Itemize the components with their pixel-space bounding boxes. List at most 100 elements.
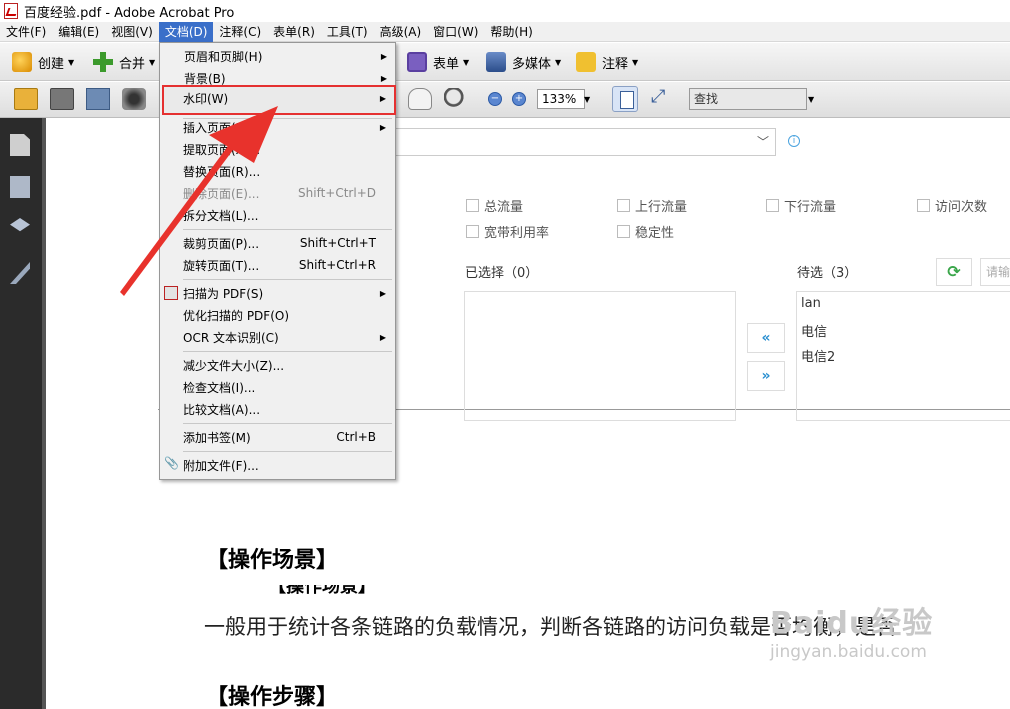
title-bar: 百度经验.pdf - Adobe Acrobat Pro	[0, 0, 1010, 22]
chevron-right-icon: ▶	[379, 122, 386, 132]
pdf-file-icon	[4, 3, 18, 19]
zoom-out-icon[interactable]: −	[488, 92, 502, 106]
menu-item-compare-documents[interactable]: 比较文档(A)...	[159, 398, 394, 420]
create-button[interactable]: 创建 ▼	[12, 49, 74, 75]
watermark-url: jingyan.baidu.com	[770, 642, 927, 662]
selected-list	[464, 291, 736, 421]
create-icon	[12, 52, 32, 72]
forms-label: 表单	[433, 56, 460, 72]
menu-window[interactable]: 窗口(W)	[427, 22, 484, 42]
open-folder-icon[interactable]	[14, 88, 38, 110]
refresh-icon: ⟳	[936, 258, 972, 286]
menu-forms[interactable]: 表单(R)	[267, 22, 321, 42]
menu-separator	[183, 279, 392, 280]
paperclip-icon	[164, 456, 179, 472]
menu-advanced[interactable]: 高级(A)	[374, 22, 428, 42]
menu-separator	[183, 351, 392, 352]
print-icon[interactable]	[50, 88, 74, 110]
menu-item-reduce-size[interactable]: 减少文件大小(Z)...	[159, 354, 394, 376]
menu-comments[interactable]: 注释(C)	[213, 22, 267, 42]
bookmarks-icon[interactable]	[10, 176, 30, 198]
menu-item-optimize-scanned[interactable]: 优化扫描的 PDF(O)	[159, 304, 394, 326]
chevron-down-icon: ﹀	[756, 135, 769, 149]
move-left-button: «	[747, 323, 785, 353]
multimedia-label: 多媒体	[512, 56, 552, 72]
list-item: 电信2	[801, 350, 836, 365]
checkbox-upstream: 上行流量	[617, 196, 687, 215]
menu-item-insert-pages[interactable]: 插入页面(I) ▶	[159, 116, 394, 138]
menu-item-attach-file[interactable]: 附加文件(F)...	[159, 454, 394, 476]
watermark-logo-text: Baidu经验	[770, 606, 934, 641]
menu-edit[interactable]: 编辑(E)	[52, 22, 105, 42]
forms-button[interactable]: 表单 ▼	[407, 49, 469, 75]
heading-scenario: 【操作场景】	[206, 548, 339, 573]
checkbox-bandwidth-usage: 宽带利用率	[466, 222, 549, 241]
menu-file[interactable]: 文件(F)	[0, 22, 52, 42]
menu-tools[interactable]: 工具(T)	[321, 22, 374, 42]
comment-button[interactable]: 注释 ▼	[576, 49, 638, 75]
task-toolbar: 创建 ▼ 合并 ▼ 表单 ▼ 多媒体 ▼ 注释 ▼	[0, 43, 1010, 81]
full-screen-icon[interactable]	[648, 86, 670, 110]
menu-separator	[183, 229, 392, 230]
menu-item-delete-pages: 删除页面(E)... Shift+Ctrl+D	[183, 186, 376, 201]
menu-view[interactable]: 视图(V)	[105, 22, 159, 42]
find-input[interactable]: 查找	[689, 88, 807, 110]
selected-label: 已选择（0）	[465, 266, 539, 281]
window-title: 百度经验.pdf - Adobe Acrobat Pro	[24, 5, 235, 21]
save-icon[interactable]	[86, 88, 110, 110]
zoom-tool-icon[interactable]	[444, 88, 468, 110]
menu-item-watermark[interactable]: 水印(W) ▶	[159, 87, 394, 109]
document-menu-items: 水印(W) ▶ 插入页面(I) ▶ 提取页面(X)... 替换页面(R)... 删除…	[159, 42, 396, 480]
menu-document[interactable]: 文档(D)	[158, 21, 214, 42]
fit-page-icon[interactable]	[612, 86, 638, 112]
signatures-icon[interactable]	[10, 262, 30, 284]
menu-item-rotate-pages[interactable]: 旋转页面(T)... Shift+Ctrl+R	[159, 254, 394, 276]
search-input: 请输入	[980, 258, 1010, 286]
layers-icon[interactable]	[10, 218, 30, 232]
combine-button[interactable]: 合并 ▼	[93, 49, 155, 75]
chevron-down-icon: ▼	[463, 57, 470, 67]
menu-separator	[183, 423, 392, 424]
pages-icon[interactable]	[10, 134, 30, 156]
baidu-watermark: Baidu经验 jingyan.baidu.com	[770, 598, 933, 662]
menu-item-extract-pages[interactable]: 提取页面(X)...	[159, 138, 394, 160]
comment-label: 注释	[602, 56, 629, 72]
menu-separator	[183, 451, 392, 452]
chevron-down-icon: ▼	[632, 57, 639, 67]
checkbox-stability: 稳定性	[617, 222, 674, 241]
info-icon: i	[788, 135, 800, 147]
multimedia-button[interactable]: 多媒体 ▼	[486, 49, 561, 75]
menu-item-crop-pages[interactable]: 裁剪页面(P)... Shift+Ctrl+T	[159, 232, 394, 254]
binoculars-icon[interactable]	[122, 88, 146, 110]
menu-item-examine-document[interactable]: 检查文档(I)...	[159, 376, 394, 398]
file-toolbar: − +	[0, 82, 1010, 118]
chevron-down-icon: ▼	[555, 57, 562, 67]
list-item: lan	[801, 296, 821, 311]
chevron-down-icon[interactable]: ▼	[584, 95, 590, 104]
create-label: 创建	[38, 56, 65, 72]
chevron-down-icon: ▼	[149, 57, 156, 67]
menu-item-replace-pages[interactable]: 替换页面(R)...	[159, 160, 394, 182]
menu-item-split-document[interactable]: 拆分文档(L)...	[159, 204, 394, 226]
combine-label: 合并	[119, 56, 146, 72]
zoom-level-field[interactable]: 133%	[537, 89, 585, 109]
heading-steps: 【操作步骤】	[206, 685, 339, 709]
partial-heading: 【操作场景】	[268, 585, 376, 597]
zoom-in-icon[interactable]: +	[512, 92, 526, 106]
checkbox-total-traffic: 总流量	[466, 196, 523, 215]
hand-tool-icon[interactable]	[408, 88, 432, 110]
chevron-right-icon: ▶	[379, 332, 386, 342]
menu-bar: 文件(F) 编辑(E) 视图(V) 文档(D) 注释(C) 表单(R) 工具(T…	[0, 21, 1010, 42]
forms-icon	[407, 52, 427, 72]
menu-item-add-bookmark[interactable]: 添加书签(M) Ctrl+B	[159, 426, 394, 448]
scanner-icon	[164, 286, 178, 300]
chevron-down-icon: ▼	[68, 57, 75, 67]
chevron-down-icon[interactable]: ▼	[808, 95, 814, 104]
menu-help[interactable]: 帮助(H)	[484, 22, 538, 42]
chevron-right-icon: ▶	[379, 288, 386, 298]
combine-icon	[93, 52, 113, 72]
checkbox-downstream: 下行流量	[766, 196, 836, 215]
move-right-button: »	[747, 361, 785, 391]
menu-item-ocr[interactable]: OCR 文本识别(C) ▶	[159, 326, 394, 348]
menu-item-scan-to-pdf[interactable]: 扫描为 PDF(S) ▶	[159, 282, 394, 304]
